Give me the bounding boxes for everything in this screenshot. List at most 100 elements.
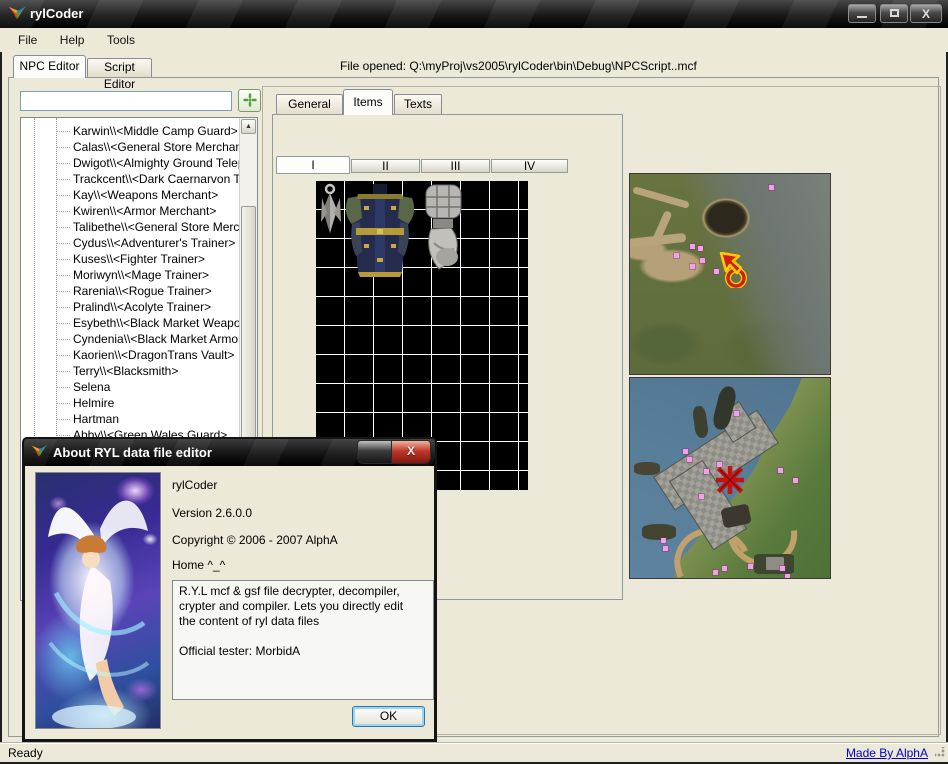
npc-location-dot (663, 546, 668, 551)
tree-connector (57, 243, 70, 244)
tree-item[interactable]: Trackcent\\<Dark Caernarvon Tele (21, 171, 240, 187)
tree-item[interactable]: Dwigot\\<Almighty Ground Teleport (21, 155, 240, 171)
item-icon-throwing-dagger[interactable] (318, 183, 344, 237)
about-home-link[interactable]: Home ^_^ (172, 558, 225, 572)
tree-item[interactable]: Pralind\\<Acolyte Trainer> (21, 299, 240, 315)
npc-location-dot (700, 258, 705, 263)
npc-location-dot (687, 457, 692, 462)
close-button[interactable]: X (910, 4, 942, 23)
tree-item[interactable]: Hartman (21, 411, 240, 427)
tree-item[interactable]: Kwiren\\<Armor Merchant> (21, 203, 240, 219)
tree-item[interactable]: Moriwyn\\<Mage Trainer> (21, 267, 240, 283)
npc-location-dot (769, 185, 774, 190)
tree-connector (57, 195, 70, 196)
tree-item[interactable]: Rarenia\\<Rogue Trainer> (21, 283, 240, 299)
world-map-preview (629, 173, 831, 375)
tab-items[interactable]: Items (343, 89, 393, 115)
tree-item-label: Pralind\\<Acolyte Trainer> (70, 300, 211, 314)
npc-location-dot (674, 253, 679, 258)
window-title: rylCoder (30, 6, 83, 21)
tree-item-label: Karwin\\<Middle Camp Guard> (70, 124, 238, 138)
made-by-link[interactable]: Made By AlphA (846, 746, 928, 760)
tree-connector (57, 339, 70, 340)
tree-item-label: Kwiren\\<Armor Merchant> (70, 204, 216, 218)
tree-item[interactable]: Kuses\\<Fighter Trainer> (21, 251, 240, 267)
resize-grip-icon[interactable] (935, 747, 945, 757)
tree-item-label: Selena (70, 380, 110, 394)
about-app-name: rylCoder (172, 478, 217, 492)
npc-location-dot (713, 570, 718, 575)
tree-item[interactable]: Helmire (21, 395, 240, 411)
menu-tools[interactable]: Tools (98, 28, 144, 47)
map-ship (692, 405, 709, 438)
tree-item-label: Trackcent\\<Dark Caernarvon Tele (70, 172, 240, 186)
shop-tab-2[interactable]: II (351, 159, 420, 173)
npc-location-dot (780, 566, 785, 571)
item-icon-gauntlet[interactable] (420, 183, 467, 273)
tree-item-label: Dwigot\\<Almighty Ground Teleport (70, 156, 240, 170)
status-bar: Ready Made By AlphA (0, 742, 948, 762)
tree-connector (57, 163, 70, 164)
dialog-window-buttons: X (357, 440, 431, 464)
npc-location-dot (714, 269, 719, 274)
tab-texts[interactable]: Texts (394, 94, 442, 115)
shop-tab-1[interactable]: I (276, 156, 350, 174)
tree-item[interactable]: Cydus\\<Adventurer's Trainer> (21, 235, 240, 251)
dialog-close-button[interactable]: X (392, 441, 430, 463)
tree-item[interactable]: Terry\\<Blacksmith> (21, 363, 240, 379)
selected-npc-cross-icon (716, 466, 744, 494)
map-boat (642, 524, 676, 540)
tab-script-editor[interactable]: Script Editor (87, 58, 152, 77)
about-dialog-title: About RYL data file editor (53, 445, 212, 460)
tree-item-label: Moriwyn\\<Mage Trainer> (70, 268, 209, 282)
map-trail (632, 186, 690, 209)
ok-button[interactable]: OK (352, 706, 425, 727)
npc-location-dot (778, 468, 783, 473)
shop-tab-3[interactable]: III (421, 159, 490, 173)
scroll-up-arrow-icon[interactable]: ▲ (241, 119, 256, 134)
tree-connector (57, 275, 70, 276)
tree-item[interactable]: Kaorien\\<DragonTrans Vault> (21, 347, 240, 363)
tree-item[interactable]: Karwin\\<Middle Camp Guard> (21, 123, 240, 139)
tree-connector (57, 291, 70, 292)
maximize-button[interactable] (880, 4, 908, 23)
tree-item[interactable]: Calas\\<General Store Merchant> (21, 139, 240, 155)
shop-tab-4[interactable]: IV (491, 159, 568, 173)
map-trail (629, 233, 686, 248)
tree-item[interactable]: Kay\\<Weapons Merchant> (21, 187, 240, 203)
tab-npc-editor[interactable]: NPC Editor (13, 55, 86, 78)
npc-location-dot (683, 449, 688, 454)
about-dialog-titlebar: About RYL data file editor X (24, 439, 435, 466)
npc-location-dot (722, 566, 727, 571)
tree-item[interactable]: Talibethe\\<General Store Merchan (21, 219, 240, 235)
tree-item-label: Rarenia\\<Rogue Trainer> (70, 284, 212, 298)
maximize-icon (890, 9, 899, 17)
tree-connector (57, 371, 70, 372)
npc-location-dot (717, 462, 722, 467)
npc-location-dot (734, 411, 739, 416)
tree-item-label: Helmire (70, 396, 114, 410)
file-opened-label: File opened: Q:\myProj\vs2005\rylCoder\b… (340, 59, 697, 73)
tree-connector (57, 355, 70, 356)
tree-item[interactable]: Cyndenia\\<Black Market Armor De (21, 331, 240, 347)
tree-item-label: Hartman (70, 412, 119, 426)
about-dialog: About RYL data file editor X rylCoder Ve… (22, 437, 437, 742)
about-description-box[interactable]: R.Y.L mcf & gsf file decrypter, decompil… (172, 580, 434, 700)
dialog-minimize-button[interactable] (358, 441, 392, 463)
close-icon: X (922, 7, 930, 21)
minimize-button[interactable] (848, 4, 876, 23)
menu-help[interactable]: Help (51, 28, 94, 47)
npc-search-input[interactable] (20, 91, 232, 111)
tree-connector (57, 179, 70, 180)
npc-location-dot (699, 494, 704, 499)
menu-file[interactable]: File (9, 28, 46, 47)
app-logo-icon (8, 5, 27, 27)
tree-item[interactable]: Esybeth\\<Black Market Weapons I (21, 315, 240, 331)
tree-item-label: Talibethe\\<General Store Merchan (70, 220, 240, 234)
tree-item[interactable]: Selena (21, 379, 240, 395)
tab-general[interactable]: General (276, 94, 343, 115)
item-icon-plate-armor[interactable] (344, 182, 416, 278)
dialog-logo-icon (31, 444, 48, 464)
minimize-icon (857, 16, 867, 18)
search-button[interactable] (238, 89, 261, 112)
